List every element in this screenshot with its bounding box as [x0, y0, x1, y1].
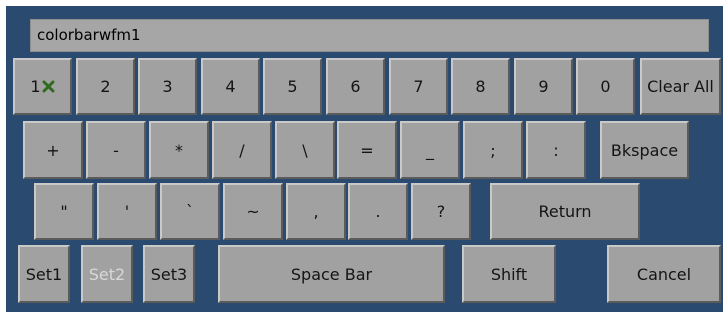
key-5-label: 5: [287, 77, 298, 96]
key-0[interactable]: 0: [576, 58, 635, 115]
key-1-label: 1: [30, 77, 41, 96]
x-cursor-icon: [42, 80, 55, 93]
key-tilde-label: ~: [246, 202, 260, 221]
key-asterisk[interactable]: *: [149, 121, 209, 179]
key-3-label: 3: [162, 77, 173, 96]
key-6-label: 6: [350, 77, 361, 96]
clear-all-button[interactable]: Clear All: [640, 58, 721, 115]
key-1[interactable]: 1: [13, 58, 72, 115]
key-asterisk-label: *: [175, 140, 183, 160]
key-semicolon-label: ;: [490, 140, 496, 160]
key-7[interactable]: 7: [389, 58, 448, 115]
cancel-label: Cancel: [636, 264, 692, 284]
backspace-button[interactable]: Bkspace: [600, 121, 689, 179]
set1-label: Set1: [25, 264, 63, 284]
key-minus-label: -: [113, 140, 119, 160]
key-backtick-label: `: [186, 202, 194, 221]
key-8-label: 8: [475, 77, 486, 96]
space-bar[interactable]: Space Bar: [218, 245, 445, 303]
clear-all-label: Clear All: [647, 77, 714, 96]
key-underscore[interactable]: _: [400, 121, 460, 179]
key-single-quote[interactable]: ': [97, 183, 157, 240]
key-underscore-label: _: [426, 140, 434, 160]
key-backtick[interactable]: `: [160, 183, 220, 240]
key-slash-label: /: [239, 140, 245, 160]
set2-button[interactable]: Set2: [81, 245, 133, 303]
cancel-button[interactable]: Cancel: [607, 245, 721, 303]
set3-button[interactable]: Set3: [143, 245, 195, 303]
key-9[interactable]: 9: [514, 58, 573, 115]
set2-label: Set2: [88, 264, 126, 284]
key-4[interactable]: 4: [201, 58, 260, 115]
key-colon-label: :: [553, 140, 559, 160]
key-plus[interactable]: +: [23, 121, 83, 179]
set3-label: Set3: [150, 264, 188, 284]
key-2-label: 2: [100, 77, 111, 96]
key-comma-label: ,: [313, 202, 319, 221]
key-semicolon[interactable]: ;: [463, 121, 523, 179]
backspace-label: Bkspace: [610, 140, 679, 160]
key-question[interactable]: ?: [411, 183, 471, 240]
key-colon[interactable]: :: [526, 121, 586, 179]
key-2[interactable]: 2: [76, 58, 135, 115]
key-comma[interactable]: ,: [286, 183, 346, 240]
key-single-quote-label: ': [124, 202, 130, 221]
space-bar-label: Space Bar: [290, 264, 373, 284]
key-period-label: .: [375, 202, 381, 221]
key-backslash-label: \: [302, 140, 308, 160]
text-entry-field[interactable]: colorbarwfm1: [30, 19, 709, 52]
key-period[interactable]: .: [348, 183, 408, 240]
key-equals[interactable]: =: [337, 121, 397, 179]
key-5[interactable]: 5: [263, 58, 322, 115]
key-tilde[interactable]: ~: [223, 183, 283, 240]
key-6[interactable]: 6: [326, 58, 385, 115]
key-8[interactable]: 8: [451, 58, 510, 115]
shift-button[interactable]: Shift: [462, 245, 556, 303]
key-slash[interactable]: /: [212, 121, 272, 179]
key-double-quote[interactable]: ": [34, 183, 94, 240]
key-plus-label: +: [46, 140, 60, 160]
key-minus[interactable]: -: [86, 121, 146, 179]
key-question-label: ?: [436, 202, 446, 221]
key-9-label: 9: [538, 77, 549, 96]
key-0-label: 0: [600, 77, 611, 96]
key-backslash[interactable]: \: [275, 121, 335, 179]
key-7-label: 7: [413, 77, 424, 96]
key-equals-label: =: [360, 140, 374, 160]
key-double-quote-label: ": [60, 202, 68, 221]
set1-button[interactable]: Set1: [18, 245, 70, 303]
key-4-label: 4: [225, 77, 236, 96]
shift-label: Shift: [490, 264, 528, 284]
return-button[interactable]: Return: [490, 183, 640, 240]
return-label: Return: [538, 202, 592, 221]
virtual-keyboard-panel: colorbarwfm1 1 2 3 4 5 6 7 8 9 0 Clear A…: [6, 6, 723, 312]
key-3[interactable]: 3: [138, 58, 197, 115]
